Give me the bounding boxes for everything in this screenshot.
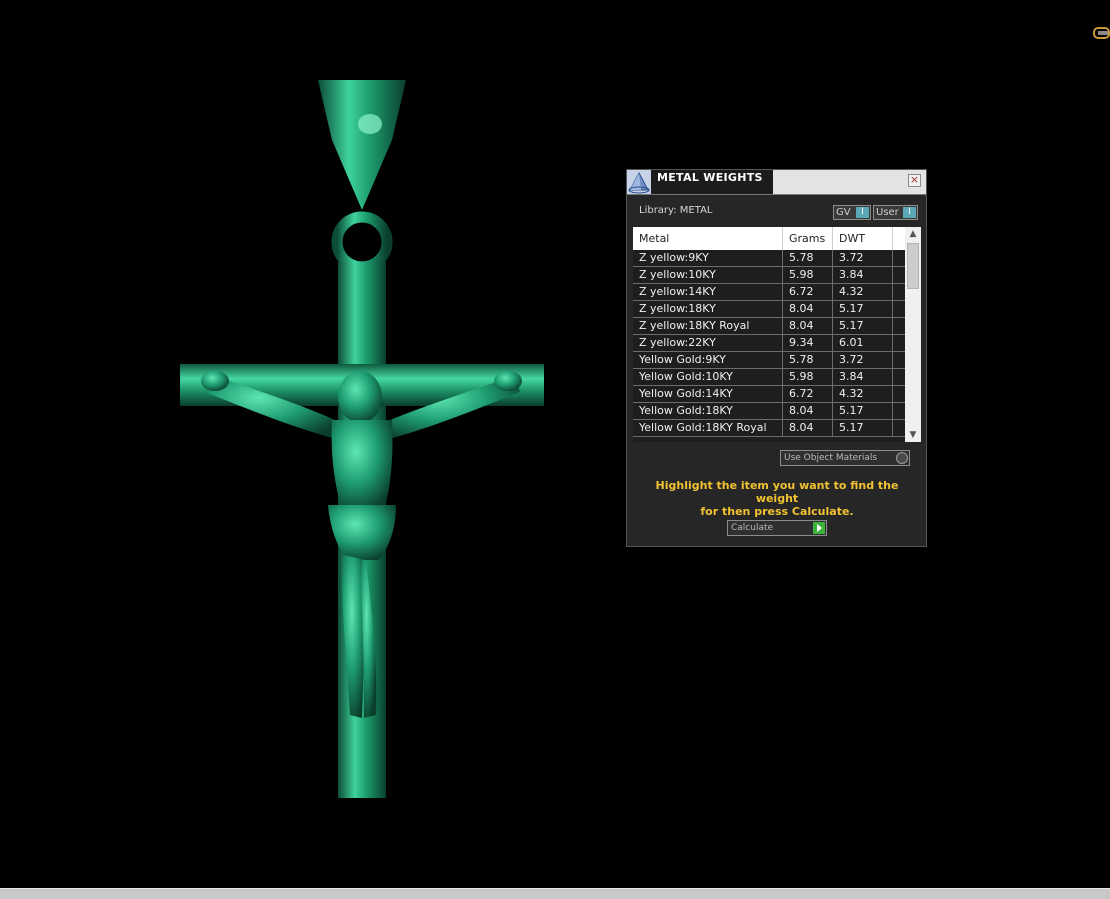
row-spacer [893,335,905,351]
user-toggle-label: User [876,207,899,218]
calculate-button[interactable]: Calculate [727,520,827,536]
corner-tool-icon[interactable] [1090,24,1110,42]
table-header: Metal Grams DWT [633,227,905,250]
dwt-cell: 3.72 [833,352,893,368]
dwt-cell: 3.72 [833,250,893,266]
3d-viewport[interactable] [0,0,1110,888]
table-row[interactable]: Z yellow:10KY 5.98 3.84 [633,267,905,284]
grams-cell: 5.98 [783,369,833,385]
calculate-label: Calculate [731,523,774,533]
scroll-thumb[interactable] [907,243,919,289]
dwt-cell: 5.17 [833,301,893,317]
dwt-cell: 5.17 [833,318,893,334]
table-row[interactable]: Z yellow:18KY 8.04 5.17 [633,301,905,318]
row-spacer [893,301,905,317]
user-toggle[interactable]: User I [873,205,918,220]
table-row[interactable]: Z yellow:18KY Royal 8.04 5.17 [633,318,905,335]
dwt-cell: 4.32 [833,284,893,300]
metal-cell: Z yellow:18KY [633,301,783,317]
status-bar [0,888,1110,899]
play-icon [813,522,825,534]
grams-cell: 8.04 [783,301,833,317]
crucifix-pendant-model [180,80,544,798]
table-row[interactable]: Yellow Gold:18KY 8.04 5.17 [633,403,905,420]
panel-title: METAL WEIGHTS [657,171,763,184]
dwt-cell: 5.17 [833,420,893,436]
metal-cell: Z yellow:22KY [633,335,783,351]
library-label: Library: METAL [639,205,713,216]
metal-cell: Yellow Gold:18KY [633,403,783,419]
metal-cell: Yellow Gold:9KY [633,352,783,368]
table-scrollbar[interactable]: ▲ ▼ [905,227,921,442]
table-row[interactable]: Z yellow:14KY 6.72 4.32 [633,284,905,301]
close-icon[interactable]: × [908,174,921,187]
table-row[interactable]: Yellow Gold:18KY Royal 8.04 5.17 [633,420,905,437]
chevron-up-icon[interactable]: ▲ [905,227,921,241]
dwt-cell: 4.32 [833,386,893,402]
row-spacer [893,267,905,283]
grams-cell: 5.98 [783,267,833,283]
use-object-materials-label: Use Object Materials [784,453,878,463]
instruction-line-2: for then press Calculate. [700,505,854,518]
dwt-cell: 3.84 [833,369,893,385]
row-spacer [893,318,905,334]
grams-cell: 6.72 [783,284,833,300]
grams-cell: 6.72 [783,386,833,402]
panel-titlebar[interactable]: METAL WEIGHTS × [627,170,926,195]
grams-cell: 8.04 [783,420,833,436]
row-spacer [893,386,905,402]
pyramid-app-icon [627,170,651,194]
table-body: Z yellow:9KY 5.78 3.72 Z yellow:10KY 5.98 3.8… [633,250,905,442]
toggle-indicator-icon: I [903,207,916,218]
grams-cell: 5.78 [783,250,833,266]
table-row[interactable]: Z yellow:9KY 5.78 3.72 [633,250,905,267]
table-row[interactable]: Yellow Gold:14KY 6.72 4.32 [633,386,905,403]
dwt-cell: 3.84 [833,267,893,283]
table-row[interactable]: Yellow Gold:10KY 5.98 3.84 [633,369,905,386]
row-spacer [893,352,905,368]
metal-cell: Yellow Gold:10KY [633,369,783,385]
row-spacer [893,403,905,419]
metal-weights-panel: METAL WEIGHTS × Library: METAL GV I User… [626,169,927,547]
grams-cell: 8.04 [783,403,833,419]
grams-cell: 5.78 [783,352,833,368]
metal-cell: Yellow Gold:18KY Royal [633,420,783,436]
row-spacer [893,369,905,385]
metal-cell: Z yellow:9KY [633,250,783,266]
metal-cell: Z yellow:14KY [633,284,783,300]
row-spacer [893,250,905,266]
instruction-text: Highlight the item you want to find the … [641,479,913,518]
metal-cell: Yellow Gold:14KY [633,386,783,402]
dwt-cell: 5.17 [833,403,893,419]
toggle-indicator-icon: I [856,207,869,218]
instruction-line-1: Highlight the item you want to find the … [655,479,899,505]
metal-table: Metal Grams DWT Z yellow:9KY 5.78 3.72 Z ye… [633,227,921,442]
chevron-down-icon[interactable]: ▼ [905,428,921,442]
use-object-materials-toggle[interactable]: Use Object Materials [780,450,910,466]
column-header-grams[interactable]: Grams [783,227,833,250]
row-spacer [893,420,905,436]
table-row[interactable]: Z yellow:22KY 9.34 6.01 [633,335,905,352]
grams-cell: 8.04 [783,318,833,334]
row-spacer [893,284,905,300]
grams-cell: 9.34 [783,335,833,351]
radio-knob-icon [896,452,908,464]
column-header-dwt[interactable]: DWT [833,227,893,250]
metal-cell: Z yellow:10KY [633,267,783,283]
gv-toggle-label: GV [836,207,851,218]
metal-cell: Z yellow:18KY Royal [633,318,783,334]
column-header-metal[interactable]: Metal [633,227,783,250]
gv-toggle[interactable]: GV I [833,205,871,220]
table-row[interactable]: Yellow Gold:9KY 5.78 3.72 [633,352,905,369]
dwt-cell: 6.01 [833,335,893,351]
